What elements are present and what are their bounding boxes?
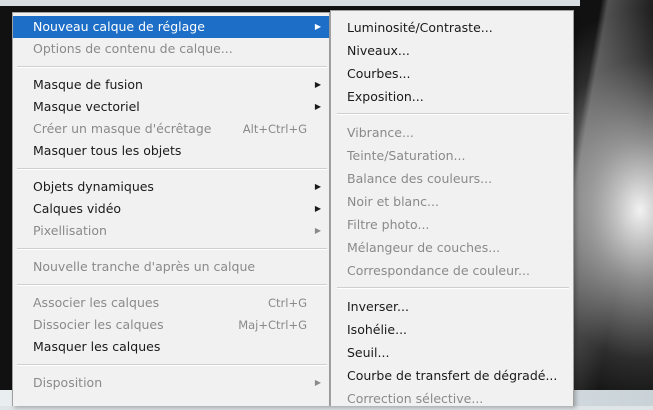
submenu-item-correspondance-de-couleur: Correspondance de couleur... — [331, 259, 573, 282]
menu-item-masquer-les-calques[interactable]: Masquer les calques — [13, 336, 329, 358]
menu-item-calques-video[interactable]: Calques vidéo ▶ — [13, 198, 329, 220]
menu-item-label: Isohélie... — [347, 322, 408, 337]
menu-item-pixellisation: Pixellisation ▶ — [13, 220, 329, 242]
menu-item-label: Correspondance de couleur... — [347, 263, 530, 278]
menu-item-nouvelle-tranche-d-apres-un-calque: Nouvelle tranche d'après un calque — [13, 256, 329, 278]
submenu-item-melangeur-de-couches: Mélangeur de couches... — [331, 236, 573, 259]
submenu-item-teinte-saturation: Teinte/Saturation... — [331, 144, 573, 167]
submenu-arrow-icon: ▶ — [314, 226, 321, 235]
menu-item-label: Calques vidéo — [33, 201, 122, 216]
submenu-item-luminosite-contraste[interactable]: Luminosité/Contraste... — [331, 16, 573, 39]
menu-item-label: Dissocier les calques — [33, 317, 164, 332]
menu-item-label: Seuil... — [347, 345, 390, 360]
menu-item-label: Nouveau calque de réglage — [33, 19, 205, 34]
menu-item-label: Masque vectoriel — [33, 99, 140, 114]
menu-item-masque-de-fusion[interactable]: Masque de fusion ▶ — [13, 74, 329, 96]
menu-separator — [17, 364, 327, 366]
toolbar-strip — [0, 0, 580, 6]
menu-item-label: Nouvelle tranche d'après un calque — [33, 259, 256, 274]
submenu-arrow-icon: ▶ — [314, 378, 321, 387]
menu-item-label: Filtre photo... — [347, 217, 430, 232]
menu-item-label: Objets dynamiques — [33, 179, 154, 194]
menu-item-label: Luminosité/Contraste... — [347, 20, 493, 35]
menu-separator — [17, 66, 327, 68]
submenu-arrow-icon: ▶ — [314, 204, 321, 213]
menu-item-label: Créer un masque d'écrêtage — [33, 121, 212, 136]
submenu-item-correction-selective: Correction sélective... — [331, 387, 573, 410]
menu-separator — [337, 287, 569, 289]
menu-item-label: Mélangeur de couches... — [347, 240, 501, 255]
menu-item-label: Inverser... — [347, 299, 409, 314]
menu-separator — [17, 248, 327, 250]
menu-item-label: Masquer les calques — [33, 339, 161, 354]
submenu-item-exposition[interactable]: Exposition... — [331, 85, 573, 108]
menu-item-label: Noir et blanc... — [347, 194, 439, 209]
submenu-item-filtre-photo: Filtre photo... — [331, 213, 573, 236]
menu-item-label: Courbes... — [347, 66, 411, 81]
submenu-item-vibrance: Vibrance... — [331, 121, 573, 144]
submenu-item-niveaux[interactable]: Niveaux... — [331, 39, 573, 62]
menu-item-objets-dynamiques[interactable]: Objets dynamiques ▶ — [13, 176, 329, 198]
menu-item-masquer-tous-les-objets[interactable]: Masquer tous les objets — [13, 140, 329, 162]
menu-item-disposition: Disposition ▶ — [13, 372, 329, 394]
menu-item-label: Options de contenu de calque... — [33, 41, 233, 56]
menu-item-shortcut: Alt+Ctrl+G — [242, 122, 307, 136]
menu-item-options-de-contenu-de-calque: Options de contenu de calque... — [13, 38, 329, 60]
menu-item-label: Masque de fusion — [33, 77, 143, 92]
menu-item-associer-les-calques: Associer les calques Ctrl+G — [13, 292, 329, 314]
submenu-item-courbes[interactable]: Courbes... — [331, 62, 573, 85]
menu-item-shortcut: Maj+Ctrl+G — [238, 318, 307, 332]
menu-item-label: Niveaux... — [347, 43, 410, 58]
menu-item-shortcut: Ctrl+G — [267, 296, 307, 310]
submenu-arrow-icon: ▶ — [314, 22, 321, 31]
menu-separator — [337, 113, 569, 115]
menu-item-label: Vibrance... — [347, 125, 414, 140]
menu-item-label: Courbe de transfert de dégradé... — [347, 368, 558, 383]
adjustment-layer-submenu: Luminosité/Contraste... Niveaux... Courbes… — [330, 10, 574, 406]
menu-item-label: Disposition — [33, 375, 103, 390]
menu-item-label: Masquer tous les objets — [33, 143, 182, 158]
menu-item-label: Teinte/Saturation... — [347, 148, 466, 163]
submenu-item-noir-et-blanc: Noir et blanc... — [331, 190, 573, 213]
submenu-item-courbe-de-transfert-de-degrade[interactable]: Courbe de transfert de dégradé... — [331, 364, 573, 387]
submenu-arrow-icon: ▶ — [314, 80, 321, 89]
menu-item-label: Exposition... — [347, 89, 424, 104]
menu-separator — [17, 168, 327, 170]
submenu-arrow-icon: ▶ — [314, 182, 321, 191]
menu-item-label: Pixellisation — [33, 223, 107, 238]
submenu-item-seuil[interactable]: Seuil... — [331, 341, 573, 364]
submenu-arrow-icon: ▶ — [314, 102, 321, 111]
submenu-item-isohelie[interactable]: Isohélie... — [331, 318, 573, 341]
menu-item-dissocier-les-calques: Dissocier les calques Maj+Ctrl+G — [13, 314, 329, 336]
menu-item-masque-vectoriel[interactable]: Masque vectoriel ▶ — [13, 96, 329, 118]
menu-item-creer-un-masque-d-ecretage: Créer un masque d'écrêtage Alt+Ctrl+G — [13, 118, 329, 140]
layer-context-menu: Nouveau calque de réglage ▶ Options de con… — [12, 12, 330, 406]
menu-item-label: Associer les calques — [33, 295, 160, 310]
menu-item-label: Balance des couleurs... — [347, 171, 493, 186]
submenu-item-inverser[interactable]: Inverser... — [331, 295, 573, 318]
menu-item-nouveau-calque-de-reglage[interactable]: Nouveau calque de réglage ▶ — [13, 16, 329, 38]
submenu-item-balance-des-couleurs: Balance des couleurs... — [331, 167, 573, 190]
menu-item-label: Correction sélective... — [347, 391, 484, 406]
menu-separator — [17, 284, 327, 286]
